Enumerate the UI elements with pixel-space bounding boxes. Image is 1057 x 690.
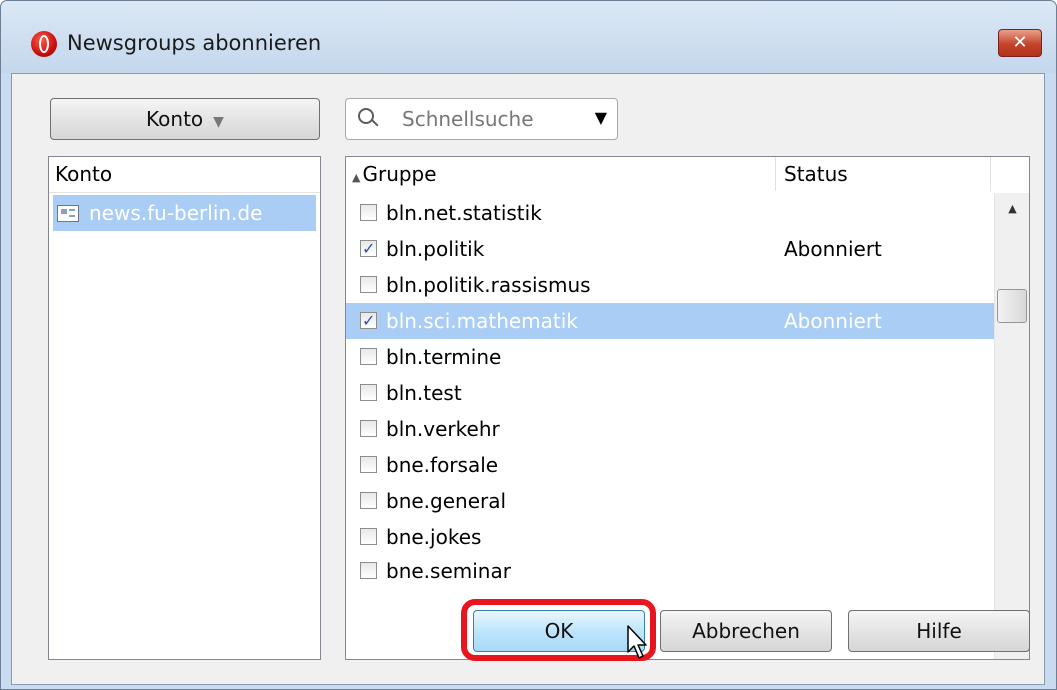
account-list: Konto news.fu-berlin.de: [48, 156, 321, 660]
group-status: Abonniert: [784, 309, 882, 333]
group-name: bln.termine: [386, 345, 502, 369]
group-name: bne.forsale: [386, 453, 499, 477]
subscribe-checkbox[interactable]: [360, 456, 377, 473]
list-item[interactable]: bln.termine: [346, 339, 994, 375]
list-item[interactable]: bln.politik.rassismus: [346, 267, 994, 303]
scroll-up-arrow-icon[interactable]: ▲: [995, 193, 1029, 225]
list-item[interactable]: bln.verkehr: [346, 411, 994, 447]
group-name: bne.seminar: [386, 559, 511, 583]
group-name: bln.politik.rassismus: [386, 273, 591, 297]
dialog-window: Newsgroups abonnieren ✕ Konto ▼ Schnellsu…: [0, 0, 1057, 690]
window-title: Newsgroups abonnieren: [67, 31, 322, 55]
newsserver-icon: [57, 205, 79, 222]
group-status: Abonniert: [784, 237, 882, 261]
column-header-status[interactable]: Status: [776, 157, 991, 191]
account-column-header[interactable]: Konto: [49, 157, 320, 193]
quick-search-field[interactable]: Schnellsuche ▼: [345, 98, 618, 140]
list-header: ▲ Gruppe Status: [346, 157, 1029, 193]
subscribe-checkbox[interactable]: [360, 276, 377, 293]
chevron-down-icon: ▼: [213, 114, 224, 130]
search-placeholder: Schnellsuche: [402, 107, 534, 131]
list-item[interactable]: bne.forsale: [346, 447, 994, 483]
title-bar[interactable]: Newsgroups abonnieren ✕: [1, 1, 1056, 73]
close-button[interactable]: ✕: [998, 29, 1042, 57]
account-dropdown-label: Konto: [146, 107, 204, 131]
group-name: bln.verkehr: [386, 417, 500, 441]
list-item[interactable]: bln.net.statistik: [346, 195, 994, 231]
subscribe-checkbox[interactable]: [360, 303, 377, 339]
newsgroup-list: ▲Gruppe Status bln.net.statistik bln.pol…: [345, 156, 1030, 660]
list-item[interactable]: bne.seminar: [346, 553, 994, 589]
sort-ascending-icon: ▲: [352, 171, 361, 184]
account-dropdown-button[interactable]: Konto ▼: [50, 98, 320, 140]
list-item[interactable]: bln.sci.mathematik Abonniert: [346, 303, 994, 339]
column-header-gruppe-label: Gruppe: [362, 162, 437, 186]
subscribe-checkbox[interactable]: [360, 204, 377, 221]
dialog-content: Konto ▼ Schnellsuche ▼ Konto news.fu-berl…: [11, 73, 1045, 685]
subscribe-checkbox[interactable]: [360, 384, 377, 401]
column-header-gruppe[interactable]: ▲ Gruppe: [346, 157, 776, 191]
group-name: bne.jokes: [386, 525, 482, 549]
list-item[interactable]: bne.jokes: [346, 519, 994, 555]
subscribe-checkbox[interactable]: [360, 348, 377, 365]
newsgroup-rows: bln.net.statistik bln.politik Abonniert …: [346, 195, 994, 659]
subscribe-checkbox[interactable]: [360, 231, 377, 267]
help-button[interactable]: Hilfe: [848, 610, 1030, 652]
group-name: bln.net.statistik: [386, 201, 542, 225]
subscribe-checkbox[interactable]: [360, 492, 377, 509]
search-dropdown-arrow-icon[interactable]: ▼: [595, 108, 607, 127]
list-item[interactable]: bln.test: [346, 375, 994, 411]
cancel-button[interactable]: Abbrechen: [660, 610, 832, 652]
account-list-item[interactable]: news.fu-berlin.de: [53, 195, 316, 231]
scrollbar-thumb[interactable]: [997, 289, 1027, 323]
subscribe-checkbox[interactable]: [360, 562, 377, 579]
list-item[interactable]: bne.general: [346, 483, 994, 519]
group-name: bln.sci.mathematik: [386, 309, 578, 333]
vertical-scrollbar[interactable]: ▲ ▼: [994, 193, 1029, 659]
mouse-cursor-icon: [627, 625, 647, 659]
group-name: bln.test: [386, 381, 462, 405]
opera-logo-icon: [31, 31, 57, 57]
list-item[interactable]: bln.politik Abonniert: [346, 231, 994, 267]
account-name: news.fu-berlin.de: [89, 201, 263, 225]
subscribe-checkbox[interactable]: [360, 528, 377, 545]
subscribe-checkbox[interactable]: [360, 420, 377, 437]
group-name: bne.general: [386, 489, 507, 513]
group-name: bln.politik: [386, 237, 485, 261]
search-icon: [358, 108, 374, 124]
